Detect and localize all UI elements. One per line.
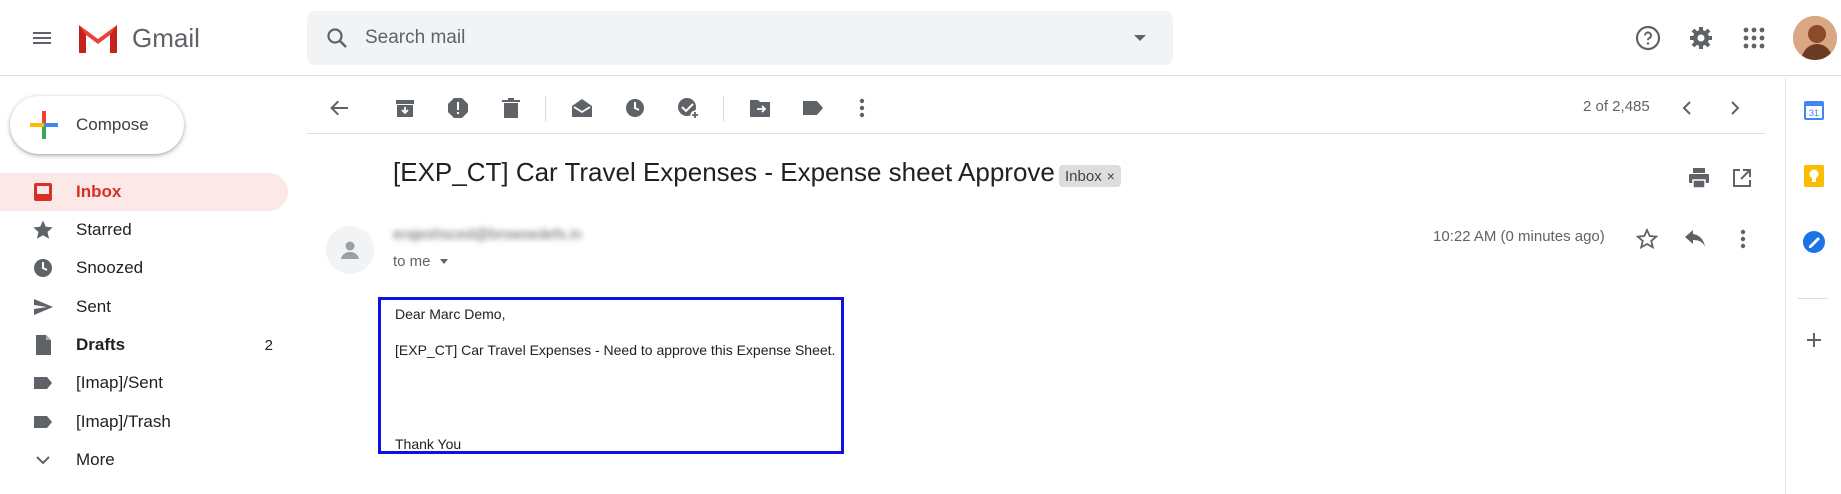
search-options-dropdown-icon[interactable] <box>1133 33 1147 43</box>
snooze-clock-icon[interactable] <box>615 88 655 128</box>
more-options-icon[interactable] <box>1724 220 1762 258</box>
sender-email[interactable]: erajeshsced@browsedefs.in <box>393 226 582 243</box>
search-icon[interactable] <box>325 26 349 50</box>
mark-as-unread-icon[interactable] <box>562 88 602 128</box>
sidebar-item-label: Inbox <box>76 182 122 201</box>
label-chip-text: Inbox <box>1065 167 1102 185</box>
older-chevron-right-icon[interactable] <box>1715 88 1755 128</box>
add-plus-icon[interactable] <box>1796 322 1832 358</box>
add-to-tasks-icon[interactable] <box>668 88 708 128</box>
search-bar[interactable] <box>307 11 1173 65</box>
open-in-new-window-icon[interactable] <box>1724 160 1760 196</box>
main-menu-button[interactable] <box>18 18 66 58</box>
keep-bulb-icon[interactable] <box>1796 158 1832 194</box>
pagination-text: 2 of 2,485 <box>1583 98 1650 115</box>
recipient-details-toggle[interactable]: to me <box>393 253 449 270</box>
body-closing: Thank You <box>395 436 462 452</box>
sender-avatar[interactable] <box>326 226 374 274</box>
reply-icon[interactable] <box>1676 220 1714 258</box>
gmail-logo[interactable]: Gmail <box>76 18 200 58</box>
email-subject: [EXP_CT] Car Travel Expenses - Expense s… <box>393 157 1055 187</box>
report-spam-icon[interactable] <box>438 88 478 128</box>
sidebar-item-inbox[interactable]: Inbox <box>0 173 288 211</box>
delete-trash-icon[interactable] <box>491 88 531 128</box>
inbox-icon <box>30 179 56 205</box>
apps-grid-icon[interactable] <box>1734 18 1774 58</box>
sidebar-item-starred[interactable]: Starred <box>0 211 288 249</box>
toolbar-divider <box>545 96 546 122</box>
move-to-folder-icon[interactable] <box>740 88 780 128</box>
sidebar-item-imap-trash[interactable]: [Imap]/Trash <box>0 403 288 441</box>
body-line: [EXP_CT] Car Travel Expenses - Need to a… <box>395 342 836 358</box>
compose-plus-icon <box>30 111 58 139</box>
calendar-day: 31 <box>1809 108 1819 118</box>
tasks-icon[interactable] <box>1796 224 1832 260</box>
menu-icon <box>33 32 51 44</box>
email-body: Dear Marc Demo, [EXP_CT] Car Travel Expe… <box>378 297 844 454</box>
compose-button[interactable]: Compose <box>10 96 184 154</box>
send-icon <box>30 294 56 320</box>
clock-icon <box>30 255 56 281</box>
sidebar-item-label: Drafts <box>76 335 126 354</box>
recipient-label: to me <box>393 253 431 270</box>
help-icon[interactable] <box>1628 18 1668 58</box>
archive-icon[interactable] <box>385 88 425 128</box>
sidebar-item-label: Snoozed <box>76 258 144 277</box>
label-tag-icon[interactable] <box>793 88 833 128</box>
back-arrow-icon[interactable] <box>319 88 359 128</box>
sidebar-item-more[interactable]: More <box>0 441 288 479</box>
sidebar-item-label: Sent <box>76 297 111 316</box>
settings-gear-icon[interactable] <box>1681 18 1721 58</box>
app-name: Gmail <box>132 22 200 53</box>
inbox-label-chip: Inbox × <box>1059 165 1121 187</box>
sidebar-item-imap-sent[interactable]: [Imap]/Sent <box>0 364 288 402</box>
drafts-count: 2 <box>264 336 273 354</box>
sidebar-item-snoozed[interactable]: Snoozed <box>0 249 288 287</box>
print-icon[interactable] <box>1681 160 1717 196</box>
message-toolbar: 2 of 2,485 <box>307 84 1765 134</box>
body-greeting: Dear Marc Demo, <box>395 306 506 322</box>
calendar-icon[interactable]: 31 <box>1796 92 1832 128</box>
draft-icon <box>30 332 56 358</box>
chevron-down-icon <box>30 447 56 473</box>
search-input[interactable] <box>363 26 1133 50</box>
more-vertical-icon[interactable] <box>842 88 882 128</box>
gmail-m-icon <box>79 25 117 53</box>
email-timestamp: 10:22 AM (0 minutes ago) <box>1433 228 1605 245</box>
compose-label: Compose <box>76 115 149 134</box>
account-avatar[interactable] <box>1793 16 1837 60</box>
sidebar-item-label: [Imap]/Sent <box>76 373 163 392</box>
star-message-icon[interactable] <box>1628 220 1666 258</box>
star-icon <box>30 217 56 243</box>
toolbar-divider <box>723 96 724 122</box>
label-icon <box>30 409 56 435</box>
newer-chevron-left-icon[interactable] <box>1667 88 1707 128</box>
top-header: Gmail <box>0 0 1841 76</box>
side-panel-divider <box>1798 298 1828 299</box>
sidebar-item-label: Starred <box>76 220 132 239</box>
side-panel: 31 <box>1785 78 1841 494</box>
sidebar-item-label: More <box>76 450 115 469</box>
remove-label-icon[interactable]: × <box>1107 168 1115 184</box>
dropdown-arrow-icon <box>439 258 448 264</box>
person-icon <box>341 241 359 259</box>
sidebar-item-sent[interactable]: Sent <box>0 288 288 326</box>
sidebar-item-drafts[interactable]: Drafts 2 <box>0 326 288 364</box>
sidebar-item-label: [Imap]/Trash <box>76 412 171 431</box>
label-icon <box>30 370 56 396</box>
